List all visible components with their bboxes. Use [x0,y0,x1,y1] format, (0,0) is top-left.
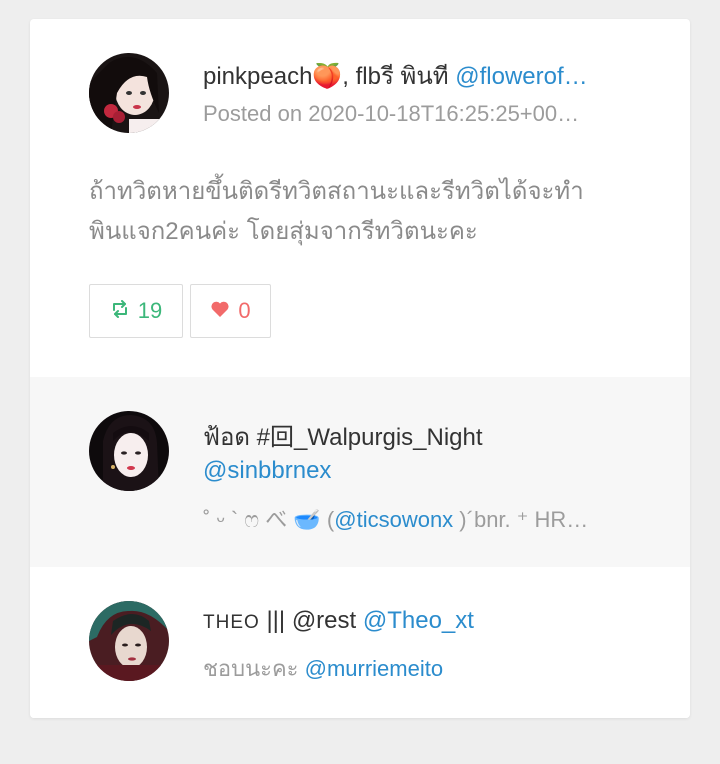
like-button[interactable]: 0 [190,284,271,338]
user-name-rest: ||| @rest [259,607,363,634]
tweet: pinkpeach🍑, flbรี พินที @flowerof… Poste… [30,19,690,377]
tweet-text-line: พินแจก2คนค่ะ โดยสุ่มจากรีทวิตนะคะ [89,218,478,245]
feed-card: pinkpeach🍑, flbรี พินที @flowerof… Poste… [30,19,690,718]
retweet-count: 19 [137,298,163,323]
user-avatar[interactable] [89,601,169,681]
user-bio-text: )´bnr. ⁺ HR… [453,507,589,532]
user-avatar[interactable] [89,411,169,491]
user-bio-mention[interactable]: @ticsowonx [334,507,453,532]
user-list-item[interactable]: ฟ้อด #回_Walpurgis_Night @sinbbrnex ˚ ᵕ `… [30,377,690,567]
user-bio-mention[interactable]: @murriemeito [305,656,443,681]
tweet-author-avatar[interactable] [89,53,169,133]
user-list-item[interactable]: THEO ||| @rest @Theo_xt ชอบนะคะ @murriem… [30,567,690,718]
user-handle[interactable]: @sinbbrnex [203,457,331,485]
tweet-timestamp: Posted on 2020-10-18T16:25:25+00… [203,101,580,126]
user-handle[interactable]: @Theo_xt [363,607,474,634]
tweet-text-line: ถ้าทวิตหายขึ้นติดรีทวิตสถานะและรีทวิตได้… [89,178,584,205]
user-bio: ชอบนะคะ @murriemeito [203,651,633,686]
user-bio-text: ชอบนะคะ [203,656,305,681]
tweet-author-handle[interactable]: @flowerof… [455,63,587,90]
user-name: ฟ้อด #回_Walpurgis_Night [203,424,483,451]
tweet-text: ถ้าทวิตหายขึ้นติดรีทวิตสถานะและรีทวิตได้… [89,172,649,252]
tweet-author-line: pinkpeach🍑, flbรี พินที @flowerof… [203,56,633,95]
retweet-button[interactable]: 19 [89,284,183,338]
user-bio-text: ˚ ᵕ ` ෆ べ 🥣 ( [203,507,335,532]
user-bio: ˚ ᵕ ` ෆ べ 🥣 (@ticsowonx )´bnr. ⁺ HR… [203,502,633,534]
tweet-author-name: pinkpeach🍑, flbรี พินที [203,63,449,90]
user-name-line: THEO ||| @rest @Theo_xt [203,607,474,635]
heart-icon [210,298,230,324]
like-count: 0 [238,298,251,323]
user-name: THEO [203,612,260,633]
retweet-icon [110,298,130,324]
